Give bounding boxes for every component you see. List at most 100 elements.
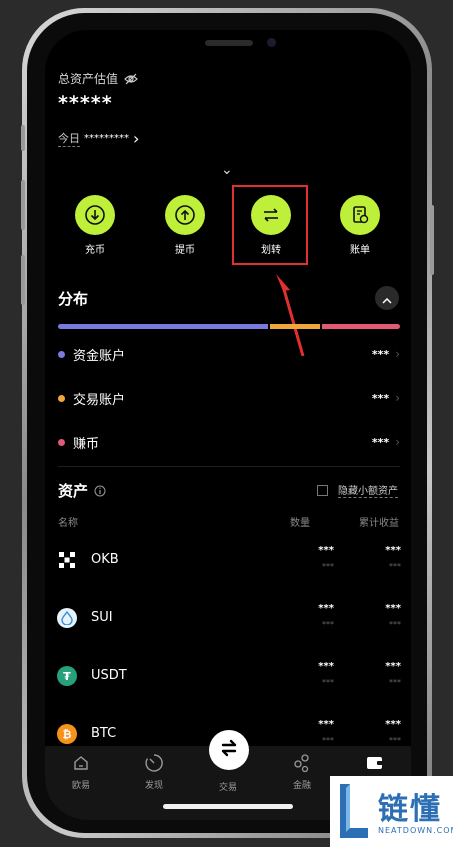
earn-value: *** <box>385 545 401 556</box>
asset-row-sui[interactable]: SUI *** *** *** *** <box>57 601 401 635</box>
home-indicator <box>163 804 293 809</box>
trading-account-value: *** <box>371 391 390 405</box>
qty-sub: *** <box>322 620 334 629</box>
chevron-up-icon <box>382 289 392 308</box>
speaker <box>205 40 253 46</box>
hide-small-label: 隐藏小额资产 <box>338 482 398 498</box>
btc-icon: ₿ <box>57 724 77 744</box>
collapse-distribution-button[interactable] <box>375 286 399 310</box>
okb-icon <box>57 550 77 570</box>
wallet-icon <box>347 752 403 774</box>
asset-name: BTC <box>91 726 117 741</box>
funding-account-value: *** <box>371 347 390 361</box>
qty-value: *** <box>318 545 334 556</box>
earn-value: *** <box>371 435 390 449</box>
total-assets-value: ***** <box>58 92 113 114</box>
watermark-logo-icon <box>340 784 368 838</box>
trading-dot <box>58 394 65 402</box>
notch <box>155 30 303 56</box>
qty-value: *** <box>318 719 334 730</box>
withdraw-button[interactable]: 提币 <box>155 195 215 256</box>
asset-earn: *** *** <box>357 719 401 747</box>
qty-value: *** <box>318 603 334 614</box>
distribution-row-trading[interactable]: 交易账户 *** › <box>58 388 400 408</box>
asset-qty: *** *** <box>294 545 334 573</box>
asset-qty: *** *** <box>294 719 334 747</box>
column-qty-header: 数量 <box>290 518 310 529</box>
finance-icon <box>274 752 330 774</box>
tab-discover-label: 发现 <box>144 781 163 791</box>
trading-account-label: 交易账户 <box>73 392 126 408</box>
distribution-segment <box>58 324 268 329</box>
section-divider <box>58 466 400 467</box>
assets-title: 资产 <box>58 482 89 500</box>
side-button-volume-up <box>21 180 25 230</box>
chevron-right-icon: › <box>395 347 400 361</box>
today-pnl-row[interactable]: 今日 ********* › <box>58 130 139 147</box>
hide-small-assets-toggle[interactable]: 隐藏小额资产 <box>317 482 398 498</box>
today-label: 今日 <box>58 132 80 147</box>
earn-value: *** <box>385 603 401 614</box>
earn-sub: *** <box>389 678 401 687</box>
eye-off-icon[interactable] <box>124 73 138 85</box>
distribution-row-earn[interactable]: 赚币 *** › <box>58 432 400 452</box>
hide-small-checkbox[interactable] <box>317 484 328 496</box>
deposit-icon <box>75 195 115 235</box>
usdt-icon: ₮ <box>57 666 77 686</box>
tab-finance[interactable]: 金融 <box>274 752 330 791</box>
watermark-domain: NEATDOWN.COM <box>378 826 453 835</box>
tab-home-label: 欧易 <box>71 781 90 791</box>
asset-row-usdt[interactable]: ₮ USDT *** *** *** *** <box>57 659 401 693</box>
chevron-right-icon: › <box>133 128 140 148</box>
earn-value: *** <box>385 661 401 672</box>
distribution-segment <box>269 324 321 329</box>
bill-button[interactable]: 账单 <box>330 195 390 256</box>
sui-icon <box>57 608 77 628</box>
collapse-chevron-icon[interactable]: ⌄ <box>221 162 233 178</box>
today-value: ********* <box>84 133 129 144</box>
qty-sub: *** <box>322 678 334 687</box>
phone-screen: 总资产估值 ***** 今日 ********* › ⌄ 充币 提币 划转 账单 <box>45 30 411 820</box>
tab-wallet[interactable] <box>347 752 403 778</box>
funding-dot <box>58 350 65 358</box>
withdraw-icon <box>165 195 205 235</box>
trade-center-button[interactable] <box>209 730 249 770</box>
earn-label: 赚币 <box>73 436 100 452</box>
deposit-label: 充币 <box>85 245 105 256</box>
info-icon[interactable] <box>94 485 106 497</box>
earn-sub: *** <box>389 562 401 571</box>
trade-icon <box>218 737 240 763</box>
qty-sub: *** <box>322 562 334 571</box>
deposit-button[interactable]: 充币 <box>65 195 125 256</box>
home-icon <box>53 752 109 774</box>
distribution-bar <box>58 324 400 329</box>
distribution-segment <box>322 324 400 329</box>
tab-trade-label: 交易 <box>218 783 237 793</box>
total-assets-label: 总资产估值 <box>58 72 119 86</box>
distribution-row-funding[interactable]: 资金账户 *** › <box>58 344 400 364</box>
asset-name: OKB <box>91 552 119 567</box>
side-button-volume-down <box>21 255 25 305</box>
funding-account-label: 资金账户 <box>73 348 126 364</box>
watermark-brand: 链懂 <box>378 792 442 827</box>
tab-home[interactable]: 欧易 <box>53 752 109 791</box>
asset-earn: *** *** <box>357 545 401 573</box>
earn-dot <box>58 438 65 446</box>
asset-name: SUI <box>91 610 113 625</box>
tab-finance-label: 金融 <box>292 781 311 791</box>
tab-discover[interactable]: 发现 <box>126 752 182 791</box>
transfer-highlight-box <box>232 185 308 265</box>
asset-earn: *** *** <box>357 603 401 631</box>
discover-icon <box>126 752 182 774</box>
earn-sub: *** <box>389 620 401 629</box>
assets-header: 资产 <box>58 480 106 501</box>
chevron-right-icon: › <box>395 435 400 449</box>
asset-qty: *** *** <box>294 661 334 689</box>
asset-row-okb[interactable]: OKB *** *** *** *** <box>57 543 401 577</box>
earn-value: *** <box>385 719 401 730</box>
bill-label: 账单 <box>350 245 370 256</box>
asset-earn: *** *** <box>357 661 401 689</box>
watermark: 链懂 NEATDOWN.COM <box>330 776 453 847</box>
column-earn-header: 累计收益 <box>359 518 399 529</box>
tab-trade[interactable]: 交易 <box>200 776 256 793</box>
